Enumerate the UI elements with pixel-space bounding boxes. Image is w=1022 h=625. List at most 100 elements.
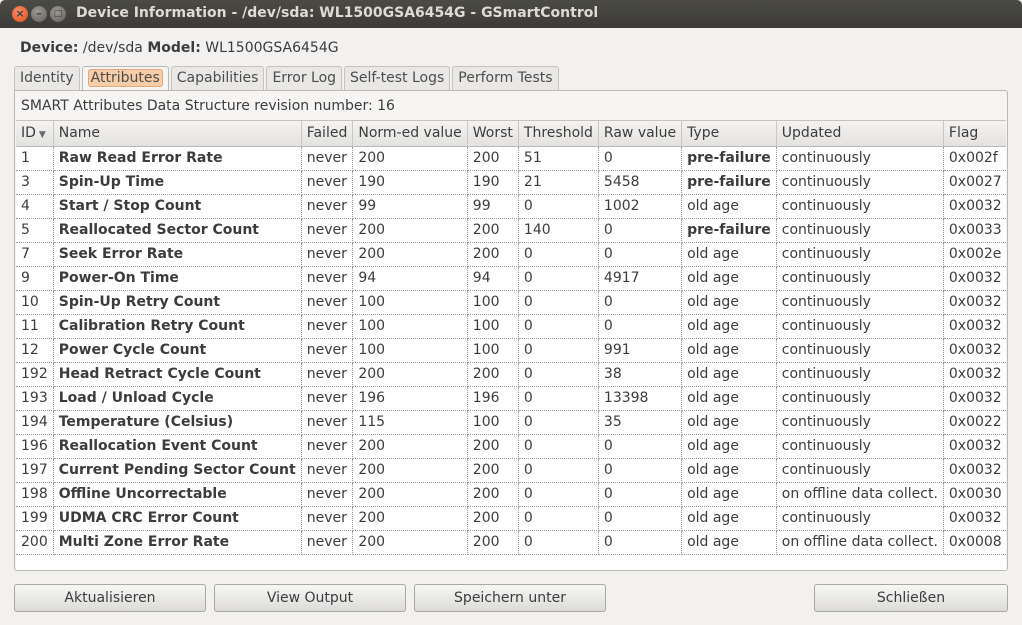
table-cell: 5458 bbox=[598, 170, 683, 195]
table-cell: 200 bbox=[352, 506, 468, 531]
table-cell: 3 bbox=[16, 170, 54, 195]
device-value: /dev/sda bbox=[82, 40, 143, 56]
column-header[interactable]: ID ▼ bbox=[16, 121, 54, 147]
table-cell: old age bbox=[681, 410, 777, 435]
column-header[interactable]: Threshold bbox=[518, 121, 599, 147]
column-header-label: Name bbox=[58, 125, 101, 142]
table-cell: never bbox=[301, 338, 354, 363]
tab-capabilities[interactable]: Capabilities bbox=[170, 66, 265, 90]
column-header[interactable]: Norm-ed value bbox=[352, 121, 468, 147]
table-cell: 1 bbox=[16, 146, 54, 171]
table-cell: 9 bbox=[16, 266, 54, 291]
table-cell: old age bbox=[681, 290, 777, 315]
column-header[interactable]: Flag bbox=[943, 121, 1006, 147]
column-header[interactable]: Failed bbox=[301, 121, 354, 147]
table-cell: 0x0022 bbox=[943, 410, 1006, 435]
table-cell: 200 bbox=[352, 218, 468, 243]
table-cell: Temperature (Celsius) bbox=[53, 410, 302, 435]
column-header-label: Failed bbox=[306, 125, 348, 142]
table-cell: 0 bbox=[598, 506, 683, 531]
tab-self-test-logs[interactable]: Self-test Logs bbox=[344, 66, 451, 90]
column-header[interactable]: Worst bbox=[467, 121, 519, 147]
table-row[interactable]: 199 UDMA CRC Error Count never 200 200 0 0 old … bbox=[16, 506, 1006, 531]
table-cell: 0 bbox=[518, 482, 599, 507]
table-cell: 0 bbox=[598, 242, 683, 267]
table-cell: 100 bbox=[467, 290, 519, 315]
table-cell: never bbox=[301, 218, 354, 243]
table-cell: 0x0032 bbox=[943, 506, 1006, 531]
table-row[interactable]: 10 Spin-Up Retry Count never 100 100 0 0 old ag… bbox=[16, 290, 1006, 315]
table-row[interactable]: 3 Spin-Up Time never 190 190 21 5458 pre-failur… bbox=[16, 170, 1006, 195]
maximize-window-icon[interactable]: □ bbox=[50, 6, 66, 22]
table-cell: 200 bbox=[352, 146, 468, 171]
table-row[interactable]: 7 Seek Error Rate never 200 200 0 0 old age cont… bbox=[16, 242, 1006, 267]
attributes-table-container[interactable]: ID ▼ Name Failed Norm-ed value Worst Threshold… bbox=[16, 120, 1006, 570]
table-cell: 200 bbox=[467, 362, 519, 387]
table-cell: never bbox=[301, 194, 354, 219]
close-window-icon[interactable]: × bbox=[12, 6, 28, 22]
table-cell: 0x0030 bbox=[943, 482, 1006, 507]
table-cell: never bbox=[301, 458, 354, 483]
table-cell: 0 bbox=[518, 338, 599, 363]
table-cell: Multi Zone Error Rate bbox=[53, 530, 302, 555]
table-cell: old age bbox=[681, 266, 777, 291]
table-row[interactable]: 12 Power Cycle Count never 100 100 0 991 old ag… bbox=[16, 338, 1006, 363]
tab-identity[interactable]: Identity bbox=[14, 66, 80, 90]
table-row[interactable]: 194 Temperature (Celsius) never 115 100 0 35 ol… bbox=[16, 410, 1006, 435]
table-cell: continuously bbox=[776, 266, 944, 291]
table-row[interactable]: 192 Head Retract Cycle Count never 200 200 0 3… bbox=[16, 362, 1006, 387]
table-row[interactable]: 11 Calibration Retry Count never 100 100 0 0 ol… bbox=[16, 314, 1006, 339]
tab-perform-tests[interactable]: Perform Tests bbox=[452, 66, 559, 90]
close-button[interactable]: Schließen bbox=[814, 584, 1008, 612]
table-cell: 200 bbox=[467, 434, 519, 459]
table-row[interactable]: 196 Reallocation Event Count never 200 200 0 0… bbox=[16, 434, 1006, 459]
table-cell: 0x0032 bbox=[943, 386, 1006, 411]
title-bar[interactable]: × – □ Device Information - /dev/sda: WL1… bbox=[0, 0, 1022, 28]
tab-attributes[interactable]: Attributes bbox=[81, 66, 169, 91]
table-cell: Raw Read Error Rate bbox=[53, 146, 302, 171]
table-cell: 0x0032 bbox=[943, 290, 1006, 315]
table-cell: 100 bbox=[467, 410, 519, 435]
table-cell: 0x0032 bbox=[943, 434, 1006, 459]
tab-error-log[interactable]: Error Log bbox=[266, 66, 343, 90]
table-row[interactable]: 197 Current Pending Sector Count never 200 2… bbox=[16, 458, 1006, 483]
table-cell: 194 bbox=[16, 410, 54, 435]
table-cell: 200 bbox=[352, 458, 468, 483]
minimize-window-icon[interactable]: – bbox=[31, 6, 47, 22]
tab-label: Identity bbox=[20, 70, 74, 86]
table-cell: never bbox=[301, 146, 354, 171]
table-cell: 100 bbox=[352, 314, 468, 339]
table-cell: 200 bbox=[467, 242, 519, 267]
table-cell: 100 bbox=[467, 338, 519, 363]
table-cell: 0 bbox=[518, 242, 599, 267]
table-cell: 200 bbox=[352, 362, 468, 387]
column-header-label: Worst bbox=[472, 125, 513, 142]
table-cell: 190 bbox=[467, 170, 519, 195]
column-header[interactable]: Type bbox=[681, 121, 777, 147]
table-row[interactable]: 193 Load / Unload Cycle never 196 196 0 13398 o… bbox=[16, 386, 1006, 411]
column-header[interactable]: Raw value bbox=[598, 121, 683, 147]
table-cell: 200 bbox=[352, 530, 468, 555]
view-output-button[interactable]: View Output bbox=[214, 584, 406, 612]
table-cell: 0 bbox=[598, 218, 683, 243]
table-cell: old age bbox=[681, 386, 777, 411]
attributes-table: ID ▼ Name Failed Norm-ed value Worst Threshold… bbox=[16, 121, 1006, 555]
table-row[interactable]: 4 Start / Stop Count never 99 99 0 1002 old age… bbox=[16, 194, 1006, 219]
table-cell: old age bbox=[681, 362, 777, 387]
save-as-button[interactable]: Speichern unter bbox=[414, 584, 606, 612]
table-cell: 0 bbox=[598, 290, 683, 315]
table-cell: continuously bbox=[776, 506, 944, 531]
table-cell: Current Pending Sector Count bbox=[53, 458, 302, 483]
table-cell: continuously bbox=[776, 338, 944, 363]
refresh-button[interactable]: Aktualisieren bbox=[14, 584, 206, 612]
column-header[interactable]: Name bbox=[53, 121, 302, 147]
column-header[interactable]: Updated bbox=[776, 121, 944, 147]
table-row[interactable]: 1 Raw Read Error Rate never 200 200 51 0 pre-fa… bbox=[16, 146, 1006, 171]
table-cell: 193 bbox=[16, 386, 54, 411]
table-cell: Power-On Time bbox=[53, 266, 302, 291]
table-cell: 10 bbox=[16, 290, 54, 315]
table-row[interactable]: 198 Offline Uncorrectable never 200 200 0 0 old… bbox=[16, 482, 1006, 507]
table-row[interactable]: 9 Power-On Time never 94 94 0 4917 old age conti… bbox=[16, 266, 1006, 291]
table-row[interactable]: 5 Reallocated Sector Count never 200 200 140 0… bbox=[16, 218, 1006, 243]
table-row[interactable]: 200 Multi Zone Error Rate never 200 200 0 0 old… bbox=[16, 530, 1006, 555]
